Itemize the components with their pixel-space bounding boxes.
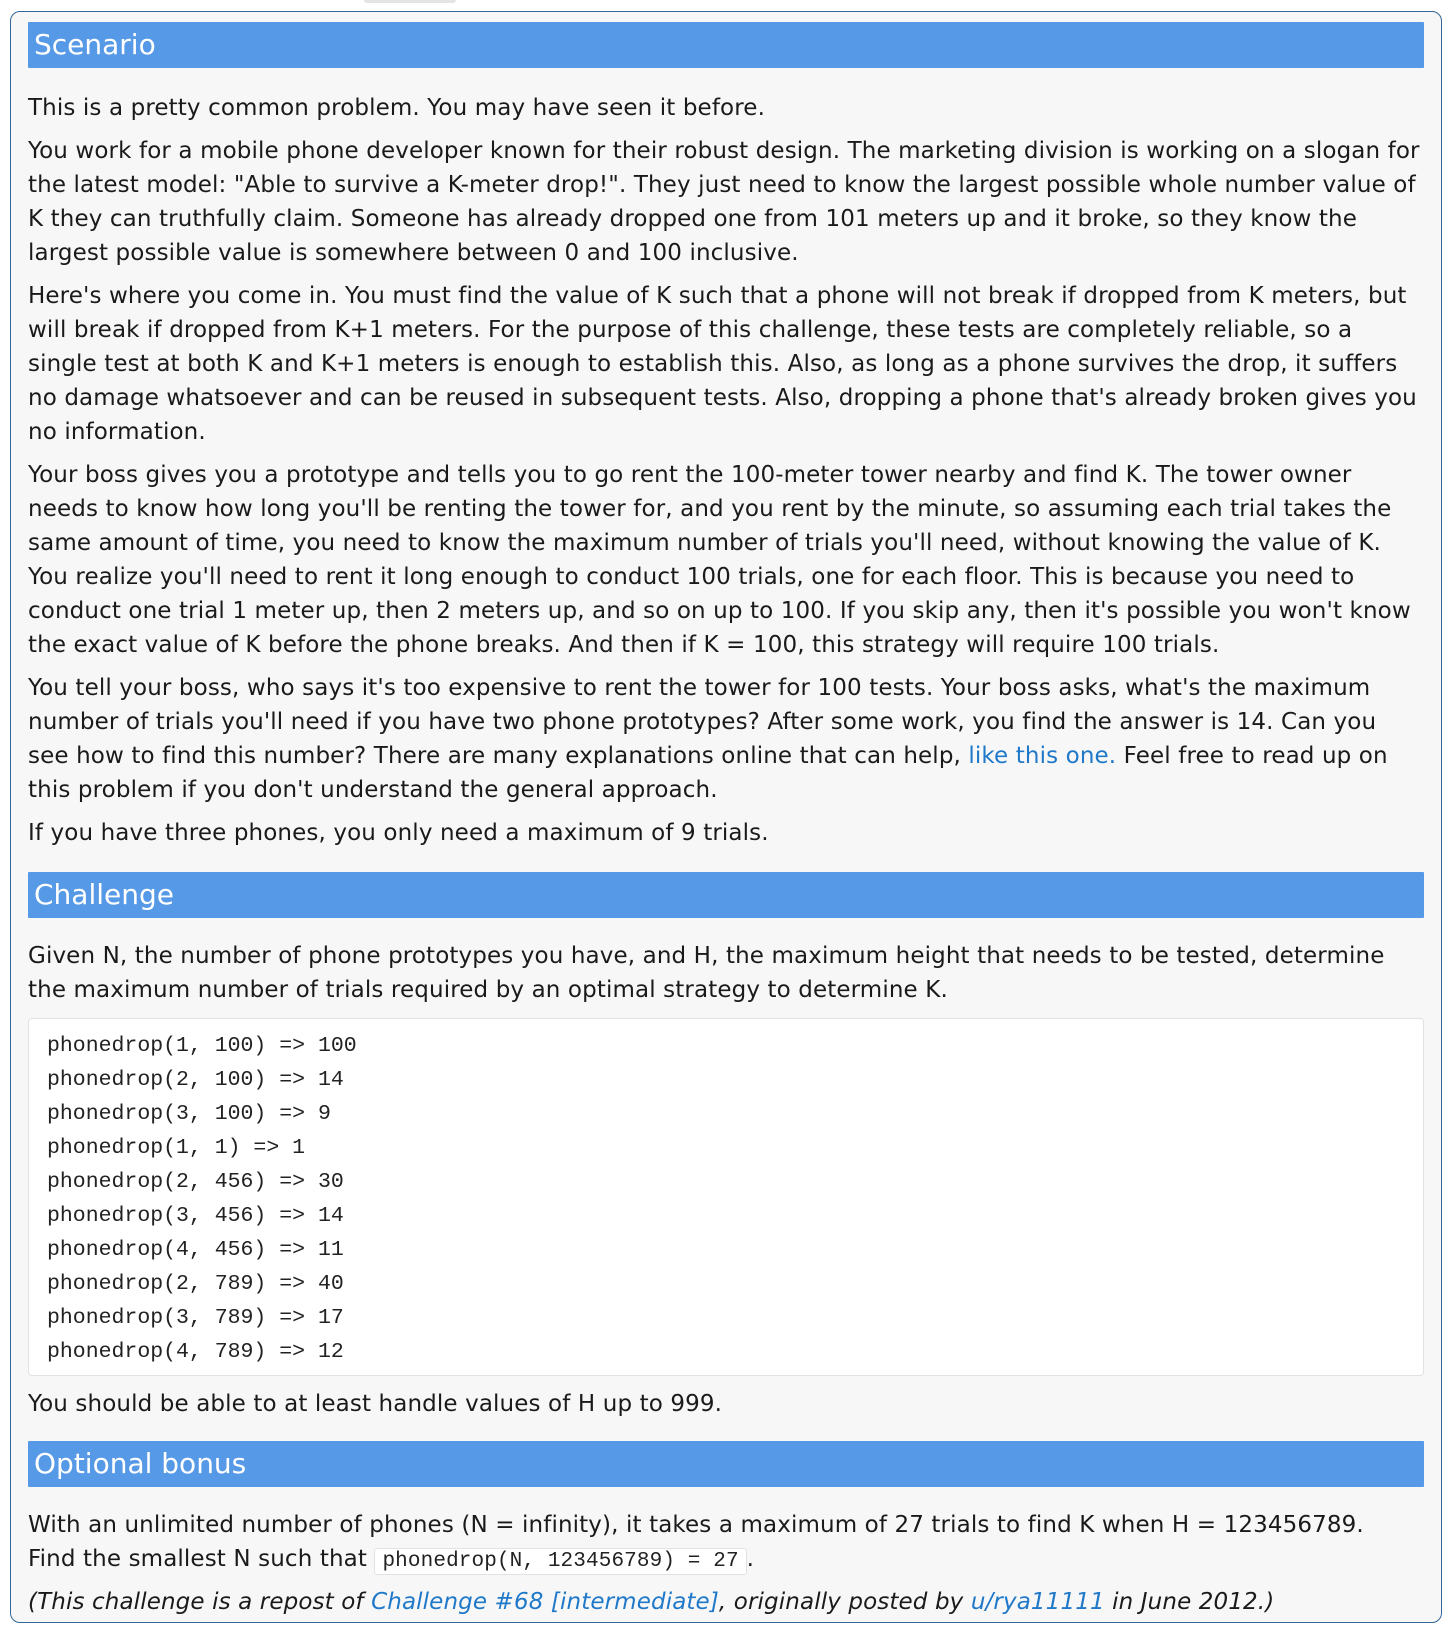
- example-line: phonedrop(4, 456) => 11: [47, 1238, 344, 1262]
- challenge-intro: Given N, the number of phone prototypes …: [28, 943, 1385, 1003]
- scenario-paragraph-1: This is a pretty common problem. You may…: [28, 95, 765, 121]
- scenario-paragraph-5: You tell your boss, who says it's too ex…: [28, 671, 1424, 807]
- example-line: phonedrop(1, 100) => 100: [47, 1034, 357, 1058]
- original-challenge-link[interactable]: Challenge #68 [intermediate]: [371, 1589, 719, 1615]
- scenario-paragraph-2: You work for a mobile phone developer kn…: [28, 138, 1420, 266]
- challenge-post-card: Scenario This is a pretty common problem…: [10, 11, 1442, 1623]
- repost-note-mid: , originally posted by: [718, 1589, 971, 1615]
- example-line: phonedrop(3, 789) => 17: [47, 1306, 344, 1330]
- example-line: phonedrop(3, 100) => 9: [47, 1102, 331, 1126]
- example-line: phonedrop(2, 789) => 40: [47, 1272, 344, 1296]
- example-line: phonedrop(2, 456) => 30: [47, 1170, 344, 1194]
- scenario-paragraph-4: Your boss gives you a prototype and tell…: [28, 462, 1411, 658]
- top-tab-stub: [364, 0, 456, 3]
- original-author-link[interactable]: u/rya11111: [971, 1589, 1105, 1615]
- examples-code-block: phonedrop(1, 100) => 100 phonedrop(2, 100…: [28, 1018, 1424, 1376]
- bonus-paragraph-2: Find the smallest N such that phonedrop(…: [28, 1542, 1424, 1579]
- scenario-heading: Scenario: [28, 22, 1424, 68]
- example-line: phonedrop(1, 1) => 1: [47, 1136, 306, 1160]
- example-line: phonedrop(2, 100) => 14: [47, 1068, 344, 1092]
- challenge-outro: You should be able to at least handle va…: [28, 1391, 723, 1417]
- bonus-paragraph-1: With an unlimited number of phones (N = …: [28, 1512, 1364, 1538]
- scenario-paragraph-6: If you have three phones, you only need …: [28, 820, 769, 846]
- optional-bonus-heading: Optional bonus: [28, 1441, 1424, 1487]
- bonus-paragraph-2-text: Find the smallest N such that: [28, 1546, 375, 1572]
- repost-note-open: (This challenge is a repost of: [28, 1589, 372, 1615]
- bonus-inline-code: phonedrop(N, 123456789) = 27: [374, 1548, 747, 1575]
- example-line: phonedrop(3, 456) => 14: [47, 1204, 344, 1228]
- repost-note-close: in June 2012.): [1104, 1589, 1275, 1615]
- explanation-link[interactable]: like this one.: [968, 743, 1116, 769]
- bonus-paragraph-2-period: .: [746, 1546, 755, 1572]
- example-line: phonedrop(4, 789) => 12: [47, 1340, 344, 1364]
- repost-note: (This challenge is a repost of Challenge…: [28, 1585, 1424, 1619]
- scenario-paragraph-3: Here's where you come in. You must find …: [28, 283, 1417, 445]
- challenge-heading: Challenge: [28, 872, 1424, 918]
